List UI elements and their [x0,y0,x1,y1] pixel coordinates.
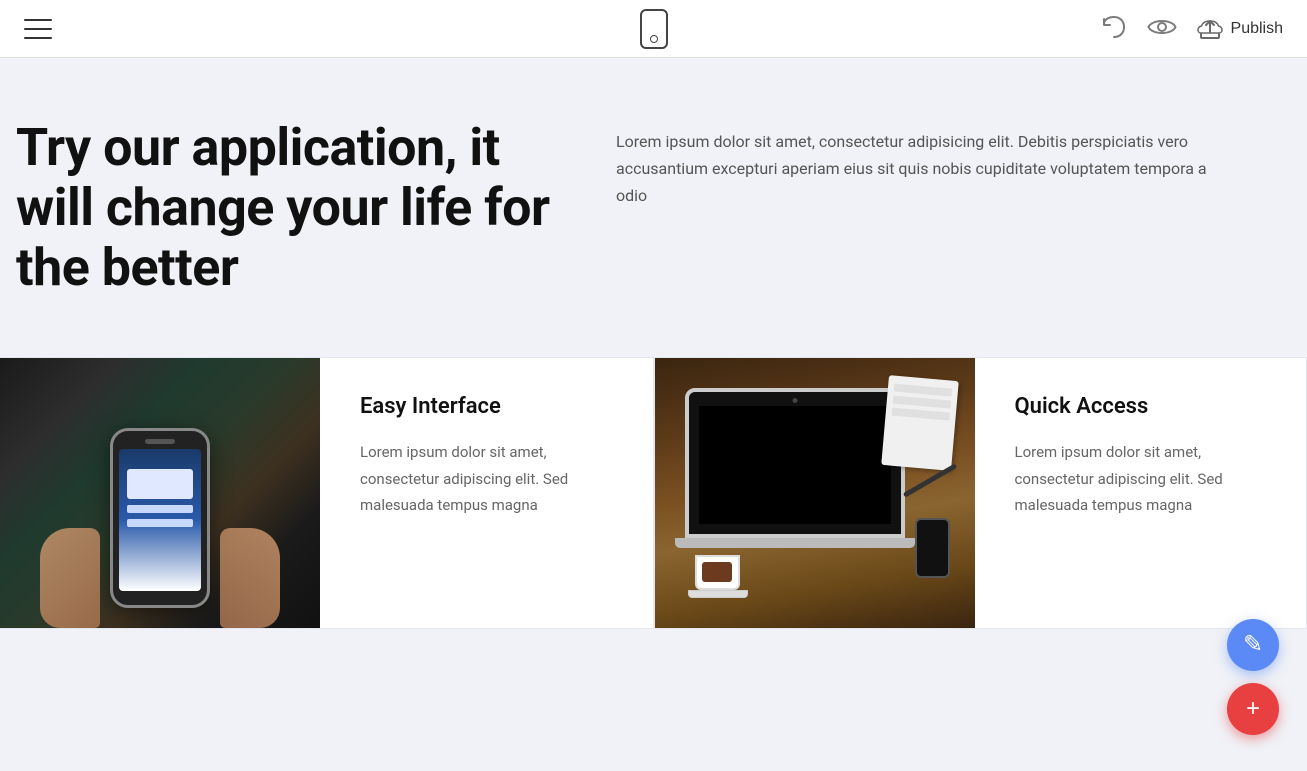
preview-button[interactable] [1147,16,1177,41]
easy-interface-image [0,358,320,628]
hero-right: Lorem ipsum dolor sit amet, consectetur … [616,118,1291,210]
edit-fab-icon: ✎ [1243,633,1263,657]
hero-title: Try our application, it will change your… [16,118,576,297]
hero-section: Try our application, it will change your… [0,118,1307,357]
hero-left: Try our application, it will change your… [16,118,576,297]
quick-access-image [655,358,975,628]
header-center [640,9,668,49]
cards-section: Easy Interface Lorem ipsum dolor sit ame… [0,357,1307,629]
edit-fab-button[interactable]: ✎ [1227,619,1279,671]
header-left [24,19,52,39]
mobile-preview-icon[interactable] [640,9,668,49]
publish-button[interactable]: Publish [1197,18,1283,40]
add-fab-button[interactable]: + [1227,683,1279,735]
easy-interface-content: Easy Interface Lorem ipsum dolor sit ame… [320,358,653,628]
quick-access-title: Quick Access [1015,394,1267,419]
publish-label: Publish [1231,20,1283,38]
header-right: Publish [1101,16,1283,41]
hamburger-icon[interactable] [24,19,52,39]
hero-description: Lorem ipsum dolor sit amet, consectetur … [616,128,1236,210]
quick-access-text: Lorem ipsum dolor sit amet, consectetur … [1015,439,1267,518]
undo-button[interactable] [1101,16,1127,41]
quick-access-content: Quick Access Lorem ipsum dolor sit amet,… [975,358,1307,628]
header: Publish [0,0,1307,58]
main-content: Try our application, it will change your… [0,58,1307,669]
easy-interface-text: Lorem ipsum dolor sit amet, consectetur … [360,439,613,518]
easy-interface-title: Easy Interface [360,394,613,419]
easy-interface-card: Easy Interface Lorem ipsum dolor sit ame… [0,357,654,629]
add-fab-icon: + [1246,697,1260,721]
quick-access-card: Quick Access Lorem ipsum dolor sit amet,… [654,357,1307,629]
